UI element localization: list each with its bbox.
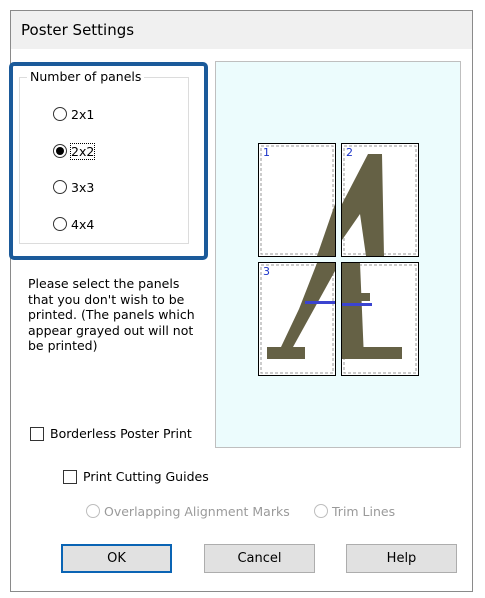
poster-glyph-fragment	[260, 263, 335, 374]
help-button[interactable]: Help	[346, 544, 457, 573]
radio-label-overlap: Overlapping Alignment Marks	[104, 503, 290, 519]
print-cutting-guides-checkbox[interactable]: Print Cutting Guides	[63, 469, 209, 484]
radio-button-icon[interactable]	[314, 504, 328, 518]
radio-trim-lines[interactable]: Trim Lines	[314, 501, 395, 521]
radio-overlapping-alignment-marks[interactable]: Overlapping Alignment Marks	[86, 501, 290, 521]
poster-glyph-fragment	[342, 263, 417, 374]
preview-panel-1[interactable]: 1	[258, 143, 336, 257]
checkbox-label: Print Cutting Guides	[83, 469, 209, 484]
borderless-poster-print-checkbox[interactable]: Borderless Poster Print	[30, 426, 192, 441]
checkbox-box[interactable]	[63, 469, 77, 484]
preview-panel-4[interactable]: 4	[341, 262, 419, 376]
highlight-frame	[9, 62, 208, 260]
preview-panel-3[interactable]: 3	[258, 262, 336, 376]
checkbox-box[interactable]	[30, 426, 44, 441]
poster-glyph-fragment	[342, 145, 417, 256]
preview-panel-2[interactable]: 2	[341, 143, 419, 257]
radio-button-icon[interactable]	[86, 504, 100, 518]
instructions-text: Please select the panels that you don't …	[28, 276, 195, 353]
radio-label-trim: Trim Lines	[332, 503, 396, 519]
panel-preview-area: 1 2 3 4	[215, 61, 461, 448]
cancel-button[interactable]: Cancel	[204, 544, 315, 573]
ok-button[interactable]: OK	[61, 544, 172, 573]
checkbox-label: Borderless Poster Print	[50, 426, 192, 441]
poster-glyph-fragment	[260, 145, 335, 256]
dialog-title: Poster Settings	[21, 21, 135, 39]
title-bar: Poster Settings	[11, 11, 472, 49]
